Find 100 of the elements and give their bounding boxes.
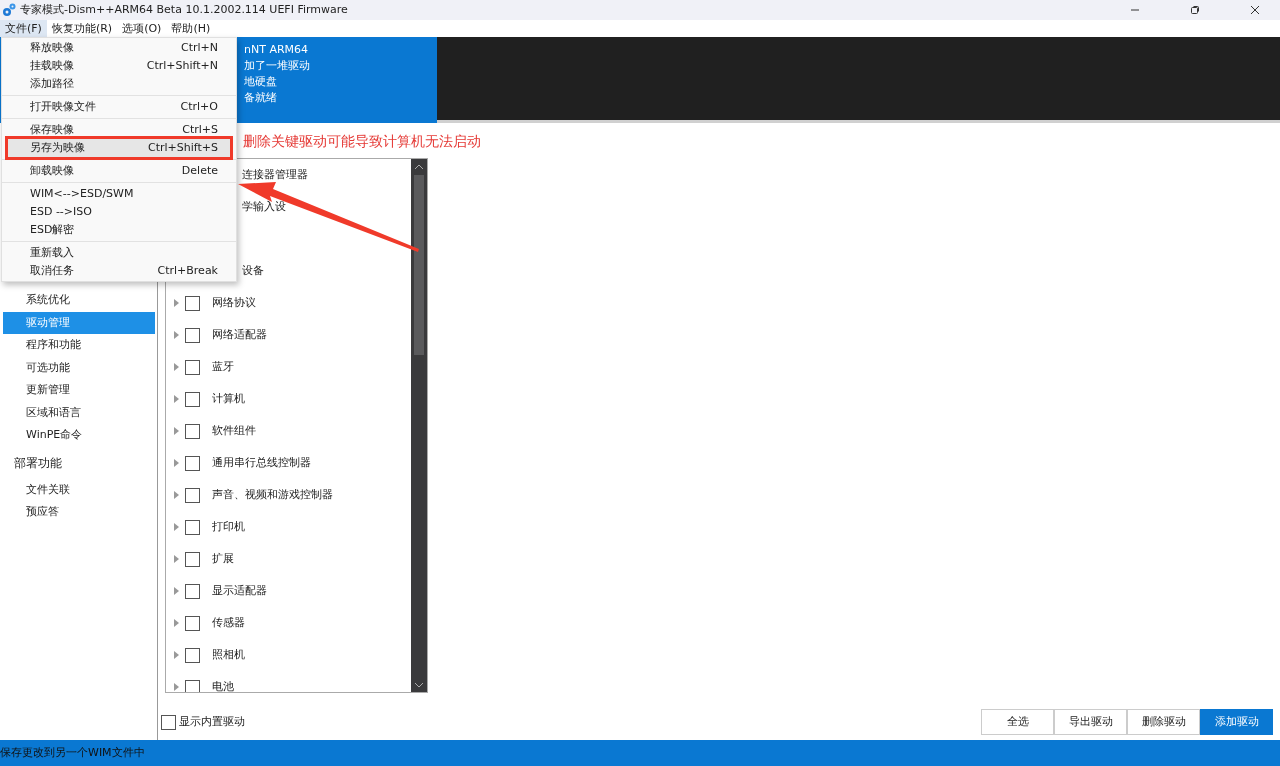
status-text: 保存更改到另一个WIM文件中 <box>0 744 145 761</box>
banner-text: nNT ARM64 <box>244 42 310 58</box>
checkbox[interactable] <box>185 647 200 663</box>
driver-category: 传感器 <box>212 614 245 631</box>
driver-category: 声音、视频和游戏控制器 <box>212 486 333 503</box>
menu-item-label: ESD解密 <box>30 221 75 238</box>
menu-item[interactable]: 添加路径 <box>8 75 230 93</box>
menu-bar-item[interactable]: 恢复功能(R) <box>46 20 118 37</box>
checkbox[interactable] <box>185 359 200 375</box>
driver-category: 照相机 <box>212 646 245 663</box>
action-button[interactable]: 删除驱动 <box>1127 709 1200 735</box>
driver-category: 学输入设 <box>242 198 286 215</box>
sidebar-item[interactable]: 区域和语言 <box>3 401 155 424</box>
driver-category: 打印机 <box>212 518 245 535</box>
expand-arrow-icon[interactable] <box>174 459 179 467</box>
expand-arrow-icon[interactable] <box>174 331 179 339</box>
menu-item[interactable]: WIM<-->ESD/SWM <box>8 185 230 203</box>
checkbox[interactable] <box>185 679 200 692</box>
checkbox[interactable] <box>185 455 200 471</box>
action-button[interactable]: 全选 <box>981 709 1054 735</box>
window-title: 专家模式-Dism++ARM64 Beta 10.1.2002.114 UEFI Firmware <box>20 1 348 18</box>
menu-item-label: 重新载入 <box>30 244 74 261</box>
menu-item[interactable]: 保存映像 Ctrl+S <box>8 121 230 139</box>
driver-category: 蓝牙 <box>212 358 234 375</box>
checkbox[interactable] <box>185 487 200 503</box>
sidebar-item[interactable]: 可选功能 <box>3 356 155 379</box>
checkbox[interactable] <box>185 583 200 599</box>
checkbox[interactable] <box>185 391 200 407</box>
driver-category: 连接器管理器 <box>242 166 308 183</box>
scrollbar[interactable] <box>411 159 427 692</box>
menu-item-label: 挂载映像 <box>30 57 74 74</box>
menu-item[interactable]: 另存为映像 Ctrl+Shift+S <box>8 139 230 157</box>
checkbox[interactable] <box>185 423 200 439</box>
action-button[interactable]: 导出驱动 <box>1054 709 1127 735</box>
expand-arrow-icon[interactable] <box>174 587 179 595</box>
menu-item[interactable]: 卸载映像 Delete <box>8 162 230 180</box>
expand-arrow-icon[interactable] <box>174 651 179 659</box>
menu-item[interactable]: 打开映像文件 Ctrl+O <box>8 98 230 116</box>
menu-item-label: ESD -->ISO <box>30 203 92 220</box>
scroll-down-icon[interactable] <box>414 681 424 689</box>
expand-arrow-icon[interactable] <box>174 683 179 691</box>
menu-item-label: 添加路径 <box>30 75 74 92</box>
menu-bar-item[interactable]: 帮助(H) <box>166 20 216 37</box>
shortcut-text: Ctrl+O <box>180 98 218 115</box>
checkbox[interactable] <box>185 295 200 311</box>
checkbox[interactable] <box>185 519 200 535</box>
expand-arrow-icon[interactable] <box>174 427 179 435</box>
checkbox[interactable] <box>185 551 200 567</box>
driver-category: 网络适配器 <box>212 326 267 343</box>
menu-item[interactable]: ESD -->ISO <box>8 203 230 221</box>
shortcut-text: Ctrl+S <box>182 121 218 138</box>
checkbox[interactable] <box>185 615 200 631</box>
action-button[interactable]: 添加驱动 <box>1200 709 1273 735</box>
warning-text: 删除关键驱动可能导致计算机无法启动 <box>243 132 481 151</box>
driver-category: 设备 <box>242 262 264 279</box>
shortcut-text: Delete <box>181 162 218 179</box>
menu-item-label: 保存映像 <box>30 121 74 138</box>
menu-item[interactable]: 挂载映像 Ctrl+Shift+N <box>8 57 230 75</box>
menu-item[interactable]: ESD解密 <box>8 221 230 239</box>
checkbox-label: 显示内置驱动 <box>179 713 245 730</box>
expand-arrow-icon[interactable] <box>174 555 179 563</box>
sidebar-item[interactable]: 文件关联 <box>3 478 155 501</box>
checkbox[interactable] <box>185 327 200 343</box>
banner-text: 地硬盘 <box>244 74 278 90</box>
menu-item[interactable]: 重新载入 <box>8 244 230 262</box>
menu-item[interactable]: 释放映像 Ctrl+N <box>8 39 230 57</box>
shortcut-text: Ctrl+Shift+S <box>148 139 218 156</box>
sidebar-item[interactable]: 程序和功能 <box>3 334 155 357</box>
scroll-up-icon[interactable] <box>414 163 424 171</box>
menu-bar-item[interactable]: 文件(F) <box>0 20 47 37</box>
menu-item-label: 释放映像 <box>30 39 74 56</box>
menu-item-label: 另存为映像 <box>30 139 85 156</box>
driver-category: 软件组件 <box>212 422 256 439</box>
close-icon[interactable] <box>1250 5 1260 15</box>
shortcut-text: Ctrl+Break <box>157 262 218 279</box>
menu-item[interactable]: 取消任务 Ctrl+Break <box>8 262 230 280</box>
restore-icon[interactable] <box>1190 5 1200 15</box>
expand-arrow-icon[interactable] <box>174 491 179 499</box>
expand-arrow-icon[interactable] <box>174 523 179 531</box>
menu-item-label: 打开映像文件 <box>30 98 96 115</box>
checkbox[interactable] <box>161 714 176 730</box>
driver-category: 计算机 <box>212 390 245 407</box>
sidebar-item[interactable]: 更新管理 <box>3 379 155 402</box>
driver-category: 显示适配器 <box>212 582 267 599</box>
menu-item-label: 取消任务 <box>30 262 74 279</box>
sidebar-item[interactable]: 系统优化 <box>3 289 155 312</box>
shortcut-text: Ctrl+N <box>180 39 218 56</box>
sidebar-item[interactable]: 预应答 <box>3 501 155 524</box>
expand-arrow-icon[interactable] <box>174 363 179 371</box>
driver-category: 通用串行总线控制器 <box>212 454 311 471</box>
expand-arrow-icon[interactable] <box>174 299 179 307</box>
banner-text: 加了一堆驱动 <box>244 58 311 74</box>
menu-bar-item[interactable]: 选项(O) <box>117 20 167 37</box>
scrollbar-thumb[interactable] <box>414 175 424 355</box>
menu-item-label: 卸载映像 <box>30 162 74 179</box>
driver-category: 网络协议 <box>212 294 256 311</box>
sidebar-item[interactable]: WinPE命令 <box>3 424 155 447</box>
sidebar-section: 部署功能 <box>0 448 157 479</box>
expand-arrow-icon[interactable] <box>174 395 179 403</box>
expand-arrow-icon[interactable] <box>174 619 179 627</box>
